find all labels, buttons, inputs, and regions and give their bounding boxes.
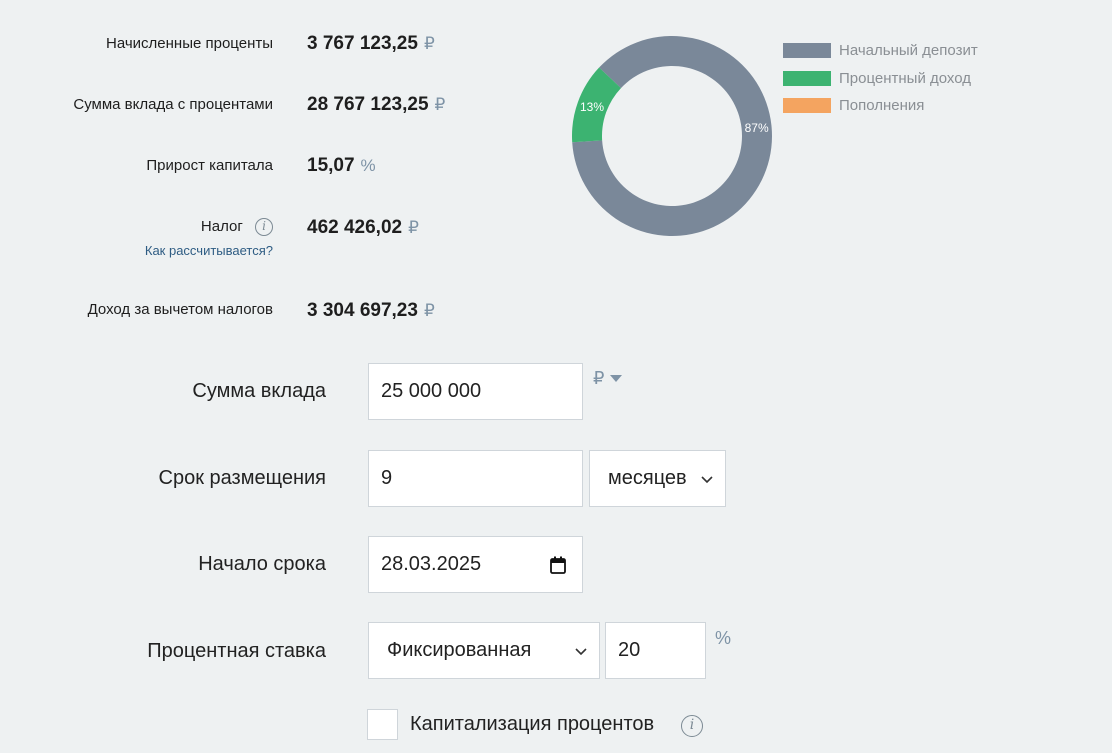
rate-type-selected: Фиксированная (387, 639, 532, 661)
tax-info-icon[interactable]: i (255, 218, 273, 237)
ruble-icon: ₽ (593, 368, 605, 388)
rate-type-select[interactable]: Фиксированная (368, 622, 600, 679)
ruble-icon: ₽ (408, 218, 419, 237)
percent-unit: % (360, 156, 376, 175)
start-date-value: 28.03.2025 (381, 553, 482, 575)
capitalization-label: Капитализация процентов (410, 713, 655, 735)
accrued-interest-value: 3 767 123,25 ₽ (307, 33, 435, 54)
chevron-down-icon (575, 647, 587, 655)
ruble-icon: ₽ (423, 34, 435, 53)
caret-down-icon (610, 374, 623, 382)
accrued-interest-label: Начисленные проценты (106, 35, 273, 52)
total-with-interest-label: Сумма вклада с процентами (73, 96, 273, 113)
tax-value: 462 426,02 ₽ (307, 217, 419, 238)
interest-rate-label: Процентная ставка (147, 640, 326, 662)
ruble-icon: ₽ (423, 301, 435, 320)
legend-swatch (783, 43, 831, 59)
donut-label-0: 87% (745, 121, 769, 135)
deposit-amount-input[interactable]: 25 000 000 (368, 363, 583, 420)
chevron-down-icon (701, 475, 713, 483)
term-unit-selected: месяцев (608, 467, 687, 489)
term-label: Срок размещения (158, 467, 326, 489)
net-income-value: 3 304 697,23 ₽ (307, 300, 435, 321)
start-date-label: Начало срока (198, 553, 326, 575)
tax-label: Налог i (201, 218, 273, 237)
legend-item-top-ups[interactable]: Пополнения (783, 92, 978, 120)
capital-growth-value: 15,07% (307, 155, 376, 176)
tax-how-calculated-link[interactable]: Как рассчитывается? (145, 243, 273, 258)
term-input[interactable]: 9 (368, 450, 583, 507)
legend-swatch (783, 70, 831, 86)
percent-unit: % (715, 628, 732, 648)
term-unit-select[interactable]: месяцев (589, 450, 726, 507)
currency-dropdown[interactable]: ₽ (593, 368, 623, 389)
start-date-input[interactable]: 28.03.2025 (368, 536, 583, 593)
capitalization-checkbox[interactable] (367, 709, 398, 740)
donut-label-1: 13% (580, 100, 604, 114)
chart-legend: Начальный депозит Процентный доход Попол… (783, 37, 978, 120)
legend-swatch (783, 98, 831, 114)
deposit-amount-label: Сумма вклада (192, 380, 326, 402)
interest-rate-input[interactable]: 20 (605, 622, 706, 679)
calendar-icon[interactable] (550, 556, 566, 574)
legend-item-initial-deposit[interactable]: Начальный депозит (783, 37, 978, 65)
capitalization-info-icon[interactable]: i (681, 715, 703, 737)
net-income-label: Доход за вычетом налогов (87, 301, 273, 318)
legend-item-interest-income[interactable]: Процентный доход (783, 65, 978, 93)
total-with-interest-value: 28 767 123,25 ₽ (307, 94, 446, 115)
capital-growth-label: Прирост капитала (146, 157, 273, 174)
ruble-icon: ₽ (434, 95, 446, 114)
